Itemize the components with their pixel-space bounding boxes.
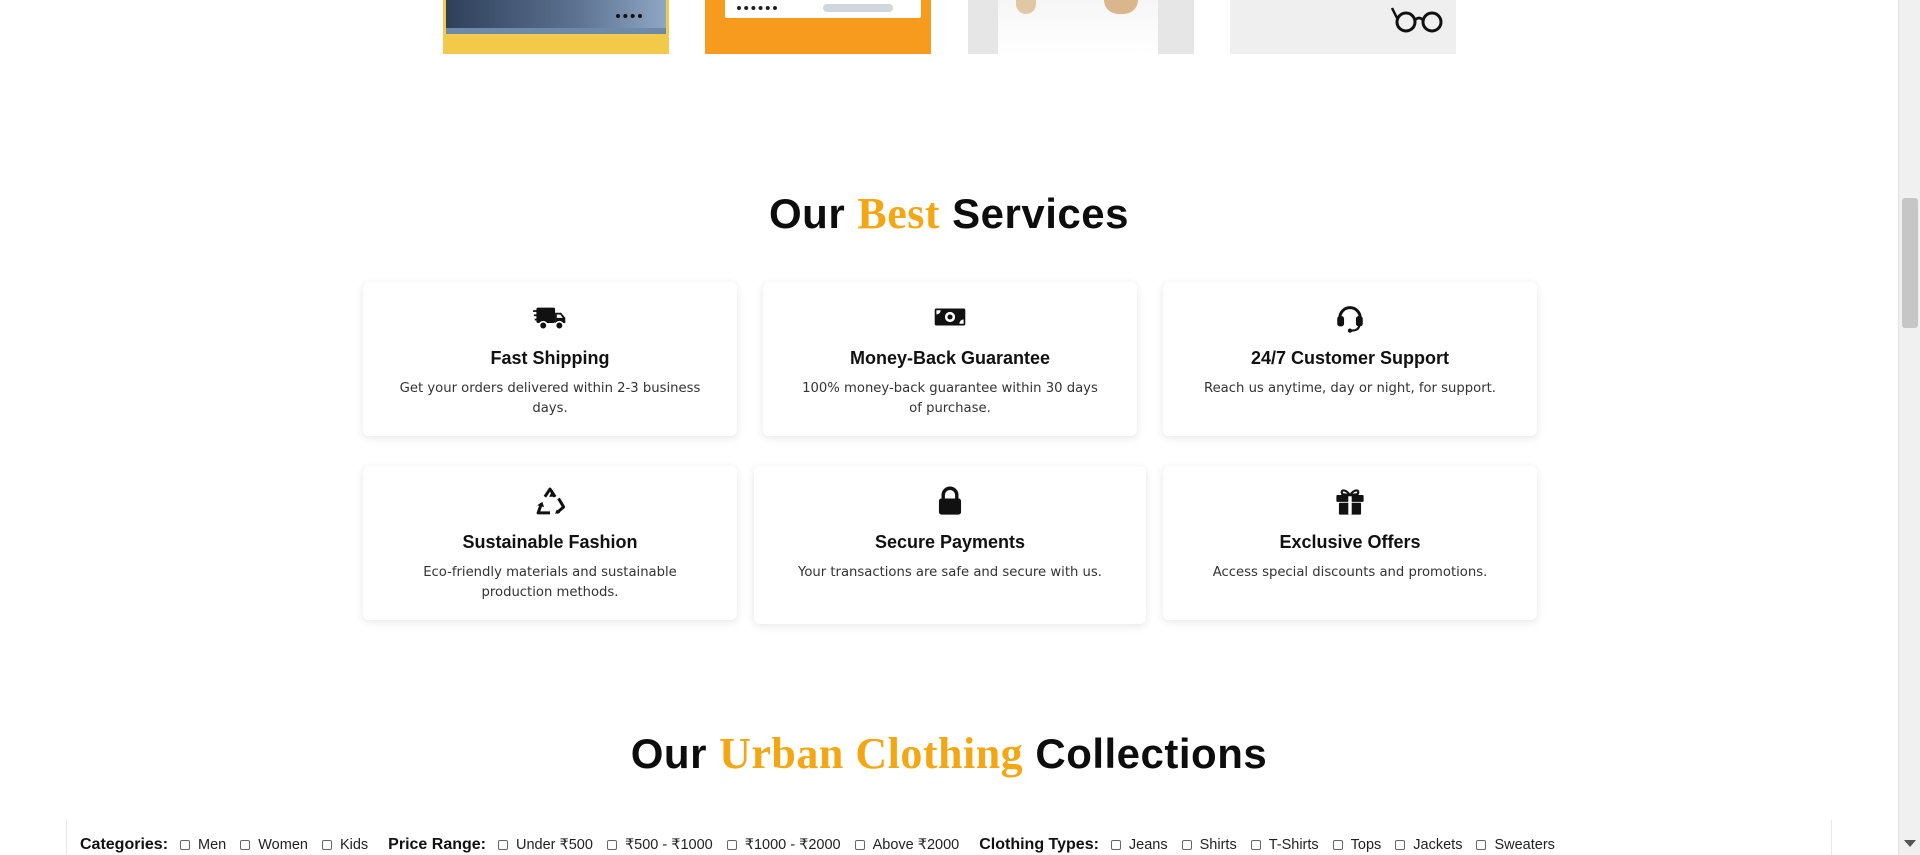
option-label: Women: [258, 837, 308, 853]
option-label: T-Shirts: [1268, 837, 1319, 853]
service-description: Get your orders delivered within 2-3 bus…: [399, 381, 701, 416]
filter-option-1000-2000[interactable]: ₹1000 - ₹2000: [726, 837, 841, 853]
service-title: Exclusive Offers: [1279, 532, 1421, 552]
collections-heading-pre: Our: [630, 730, 707, 777]
option-label: Shirts: [1199, 837, 1237, 853]
lock-icon: [938, 486, 962, 515]
services-heading-post: Services: [952, 190, 1129, 237]
filter-group-clothing-types: Clothing Types: Jeans Shirts T-Shirts To…: [979, 836, 1569, 854]
promo-image-denim[interactable]: [443, 0, 669, 54]
gift-icon: [1336, 489, 1364, 515]
page-scrollbar[interactable]: [1898, 0, 1920, 855]
filter-group-price: Price Range: Under ₹500 ₹500 - ₹1000 ₹10…: [388, 836, 973, 854]
filter-option-jeans[interactable]: Jeans: [1110, 837, 1168, 853]
service-title: Fast Shipping: [490, 348, 610, 368]
filter-option-women[interactable]: Women: [240, 837, 308, 853]
option-label: Kids: [339, 837, 369, 853]
glasses-icon: [1390, 7, 1443, 33]
filter-option-men[interactable]: Men: [180, 837, 226, 853]
filter-option-jackets[interactable]: Jackets: [1395, 837, 1462, 853]
collections-heading-accent: Urban Clothing: [719, 729, 1024, 778]
service-description: 100% money-back guarantee within 30 days…: [802, 381, 1098, 416]
checkbox[interactable]: [240, 840, 251, 850]
filter-option-under-500[interactable]: Under ₹500: [497, 837, 593, 853]
services-heading: Our Best Services: [0, 188, 1898, 239]
filter-option-shirts[interactable]: Shirts: [1181, 837, 1237, 853]
promo-image-strip: [0, 0, 1898, 54]
option-label: Tops: [1350, 837, 1382, 853]
option-label: Men: [198, 837, 227, 853]
service-card-exclusive-offers: Exclusive Offers Access special discount…: [1163, 466, 1537, 620]
checkbox[interactable]: [606, 840, 617, 850]
service-description: Access special discounts and promotions.: [1212, 565, 1488, 580]
checkbox[interactable]: [1476, 840, 1487, 850]
checkbox[interactable]: [854, 840, 865, 850]
checkbox[interactable]: [321, 840, 332, 850]
service-description: Your transactions are safe and secure wi…: [798, 565, 1102, 580]
truck-icon: [533, 307, 566, 331]
services-heading-accent: Best: [857, 189, 940, 238]
collections-heading: Our Urban Clothing Collections: [0, 728, 1898, 779]
service-title: Sustainable Fashion: [462, 532, 638, 552]
option-label: Above ₹2000: [872, 837, 960, 853]
checkbox[interactable]: [1332, 840, 1343, 850]
option-label: Sweaters: [1494, 837, 1555, 853]
filter-option-kids[interactable]: Kids: [321, 837, 369, 853]
option-label: Jackets: [1413, 837, 1463, 853]
filter-option-500-1000[interactable]: ₹500 - ₹1000: [606, 837, 713, 853]
scroll-down-arrow-icon[interactable]: [1904, 840, 1916, 847]
service-description: Eco-friendly materials and sustainable p…: [423, 565, 677, 600]
filter-option-sweaters[interactable]: Sweaters: [1476, 837, 1555, 853]
filter-row: Categories: Men Women Kids Price Range: …: [80, 836, 1575, 854]
clothing-types-label: Clothing Types:: [979, 836, 1099, 853]
filter-option-above-2000[interactable]: Above ₹2000: [854, 837, 960, 853]
option-label: ₹500 - ₹1000: [624, 837, 713, 853]
headset-icon: [1337, 306, 1363, 333]
checkbox[interactable]: [1395, 840, 1406, 850]
checkbox[interactable]: [1110, 840, 1121, 850]
promo-image-eyewear[interactable]: [1230, 0, 1456, 54]
service-card-money-back: Money-Back Guarantee 100% money-back gua…: [763, 282, 1137, 436]
promo-image-accessories[interactable]: [968, 0, 1194, 54]
collections-heading-post: Collections: [1035, 730, 1268, 777]
scrollbar-thumb[interactable]: [1902, 198, 1918, 328]
service-title: 24/7 Customer Support: [1250, 348, 1450, 368]
option-label: Under ₹500: [515, 837, 593, 853]
filter-option-tops[interactable]: Tops: [1332, 837, 1382, 853]
service-description: Reach us anytime, day or night, for supp…: [1204, 381, 1496, 396]
checkbox[interactable]: [1181, 840, 1192, 850]
service-title: Money-Back Guarantee: [849, 348, 1051, 368]
service-card-customer-support: 24/7 Customer Support Reach us anytime, …: [1163, 282, 1537, 436]
checkbox[interactable]: [497, 840, 508, 850]
categories-label: Categories:: [80, 836, 169, 853]
service-card-sustainable-fashion: Sustainable Fashion Eco-friendly materia…: [363, 466, 737, 620]
service-card-fast-shipping: Fast Shipping Get your orders delivered …: [363, 282, 737, 436]
checkbox[interactable]: [1250, 840, 1261, 850]
checkbox[interactable]: [726, 840, 737, 850]
price-range-label: Price Range:: [388, 836, 486, 853]
option-label: Jeans: [1128, 837, 1168, 853]
checkbox[interactable]: [180, 840, 191, 850]
recycle-icon: [536, 487, 566, 515]
service-title: Secure Payments: [874, 532, 1026, 552]
money-bill-icon: [934, 308, 966, 326]
option-label: ₹1000 - ₹2000: [744, 837, 841, 853]
filter-group-categories: Categories: Men Women Kids: [80, 836, 382, 854]
services-heading-pre: Our: [769, 190, 846, 237]
service-card-secure-payments: Secure Payments Your transactions are sa…: [754, 466, 1146, 624]
promo-image-sneakers[interactable]: [705, 0, 931, 54]
filter-option-t-shirts[interactable]: T-Shirts: [1250, 837, 1319, 853]
